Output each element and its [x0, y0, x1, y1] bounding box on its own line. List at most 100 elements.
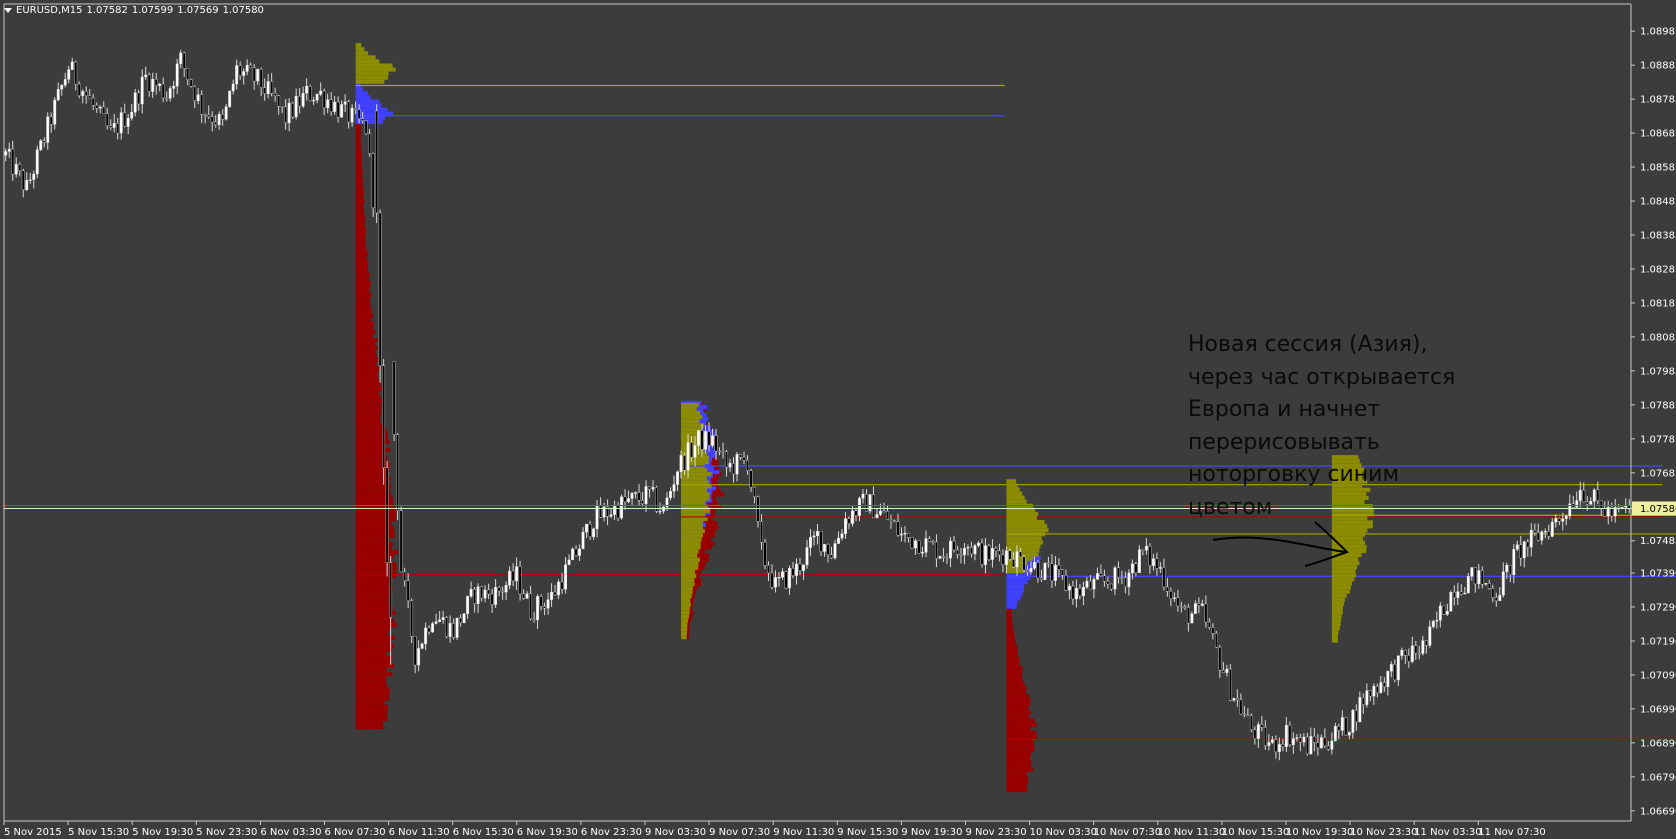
candle-body: [1592, 489, 1596, 502]
profile-bin: [355, 264, 368, 269]
profile-bin: [355, 47, 365, 52]
candle-body: [32, 173, 36, 180]
profile-bin: [681, 545, 701, 550]
candle-body: [1071, 585, 1075, 600]
profile-bin: [1006, 788, 1028, 793]
profile-bin: [681, 472, 712, 477]
open-value: 1.07582: [86, 4, 128, 16]
candle-body: [35, 149, 39, 175]
candle-body: [1141, 549, 1145, 551]
profile-bin: [355, 317, 372, 322]
candle-body: [714, 435, 718, 452]
high-value: 1.07599: [131, 4, 174, 16]
profile-bin: [681, 516, 708, 522]
candle-body: [697, 430, 700, 446]
y-tick-label: 1.07290: [1640, 602, 1676, 613]
profile-bin: [355, 533, 395, 538]
profile-bin: [355, 203, 364, 208]
profile-bin: [355, 79, 385, 84]
candle-body: [1158, 567, 1162, 569]
profile-bin: [1331, 565, 1358, 570]
annotation-line: через час открывается: [1188, 364, 1456, 390]
profile-bin: [355, 95, 371, 100]
candle-body: [144, 74, 148, 78]
candle-body: [49, 116, 53, 125]
profile-bin: [355, 256, 367, 261]
candle-body: [823, 544, 826, 552]
profile-bin: [1331, 528, 1368, 533]
profile-bin: [1006, 491, 1023, 496]
profile-bin: [355, 639, 391, 644]
candle-body: [168, 88, 172, 99]
profile-bin: [1006, 612, 1012, 617]
profile-bin: [1006, 710, 1031, 715]
candle-body: [550, 591, 554, 600]
candle-body: [1400, 649, 1404, 656]
candle-body: [1494, 597, 1498, 601]
x-tick-label: 11 Nov 03:30: [1414, 827, 1481, 838]
candle-body: [980, 542, 984, 565]
candle-body: [1302, 736, 1306, 743]
profile-bin: [355, 509, 397, 514]
candle-body: [1246, 714, 1250, 716]
candle-body: [217, 113, 221, 125]
candle-body: [994, 548, 998, 552]
candle-body: [581, 531, 585, 550]
profile-bin: [681, 561, 699, 566]
profile-bin: [355, 627, 391, 632]
profile-bin: [1331, 532, 1366, 537]
profile-bin: [1006, 751, 1032, 756]
profile-bin: [1006, 682, 1025, 687]
candle-body: [1074, 588, 1078, 600]
profile-bin: [1006, 718, 1035, 723]
profile-bin: [355, 602, 391, 607]
candle-body: [277, 95, 281, 107]
candle-body: [1130, 563, 1134, 574]
profile-bin: [355, 578, 392, 583]
candle-body: [494, 587, 498, 605]
candle-body: [7, 148, 11, 152]
candle-body: [1484, 583, 1488, 585]
profile-bin: [355, 211, 365, 216]
candle-body: [1305, 736, 1309, 755]
candle-body: [487, 589, 491, 595]
candle-body: [431, 623, 435, 633]
candle-body: [473, 589, 477, 604]
candle-body: [448, 623, 452, 637]
candle-body: [1393, 664, 1397, 681]
candle-body: [1281, 744, 1285, 747]
dropdown-triangle-icon[interactable]: [4, 7, 12, 13]
candle-body: [368, 133, 372, 154]
profile-bin: [1331, 597, 1345, 602]
candle-body: [1491, 588, 1495, 598]
candle-body: [116, 123, 120, 134]
candle-body: [1431, 620, 1435, 627]
candle-body: [1575, 500, 1579, 508]
profile-bin: [681, 606, 690, 611]
candle-body: [924, 538, 928, 553]
profile-bin: [1006, 487, 1020, 492]
profile-bin: [355, 598, 389, 603]
profile-bin: [355, 415, 381, 420]
y-tick-label: 1.06990: [1640, 704, 1676, 715]
y-tick-label: 1.06790: [1640, 772, 1676, 783]
profile-bin: [1006, 608, 1012, 613]
candle-body: [406, 580, 410, 601]
candle-body: [438, 619, 442, 622]
profile-bin: [355, 476, 391, 481]
x-tick-label: 9 Nov 23:30: [966, 827, 1027, 838]
candle-body: [1354, 709, 1358, 723]
candle-body: [732, 463, 735, 475]
annotation-line: цветом: [1188, 494, 1273, 520]
candle-body: [14, 164, 18, 175]
candle-body: [445, 617, 449, 637]
profile-bin: [1006, 620, 1013, 625]
candle-body: [592, 528, 595, 537]
candle-body: [175, 63, 179, 87]
profile-bin: [355, 472, 388, 477]
profile-bin: [355, 134, 361, 139]
profile-bin: [1331, 589, 1350, 594]
profile-bin: [355, 395, 381, 400]
candle-body: [1005, 550, 1008, 565]
annotation-line: Новая сессия (Азия),: [1188, 332, 1428, 357]
